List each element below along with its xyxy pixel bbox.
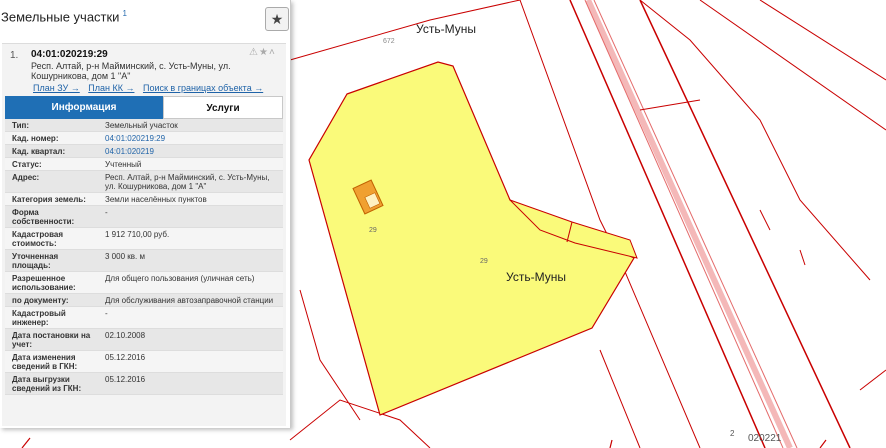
row-engineer: Кадастровый инженер: - (5, 307, 283, 329)
row-label: Кад. номер: (12, 134, 59, 143)
result-card: 1. 04:01:020219:29 ⚠★˄ Респ. Алтай, р-н … (2, 43, 286, 426)
row-by-document: по документу: Для обслуживания автозапра… (5, 294, 283, 307)
row-cad-number: Кад. номер: 04:01:020219:29 (5, 132, 283, 145)
info-table: Тип: Земельный участок Кад. номер: 04:01… (5, 119, 283, 395)
row-value-link[interactable]: 04:01:020219 (97, 145, 283, 157)
row-value: 05.12.2016 (105, 353, 146, 362)
panel-title-text: Земельные участки (1, 9, 120, 25)
row-area: Уточненная площадь: 3 000 кв. м (5, 250, 283, 272)
star-icon[interactable]: ★ (259, 47, 269, 58)
row-ownership: Форма собственности: - (5, 206, 283, 228)
parcel-number-right: 29 (480, 258, 488, 265)
row-label: Дата постановки на учет: (12, 331, 91, 349)
result-count: 1 (122, 9, 127, 18)
row-change-date: Дата изменения сведений в ГКН: 05.12.201… (5, 351, 283, 373)
collapse-icon[interactable]: ˄ (269, 47, 276, 58)
row-value: - (105, 208, 108, 217)
row-label: Статус: (12, 160, 42, 169)
tab-services[interactable]: Услуги (163, 96, 283, 119)
row-value: Земли населённых пунктов (105, 195, 207, 204)
panel-header: Земельные участки 1 ★ (0, 0, 290, 40)
result-address: Респ. Алтай, р-н Майминский, с. Усть-Мун… (31, 61, 231, 81)
plan-kk-link[interactable]: План КК → (88, 83, 134, 93)
cadastral-number[interactable]: 04:01:020219:29 (31, 49, 108, 60)
row-label: Адрес: (12, 173, 40, 182)
star-icon: ★ (270, 11, 284, 27)
row-label: Уточненная площадь: (12, 252, 59, 270)
quarter-label: 020221 (748, 433, 782, 444)
row-value: 3 000 кв. м (105, 252, 145, 261)
row-label: Разрешенное использование: (12, 274, 76, 292)
result-links: План ЗУ → План КК → Поиск в границах объ… (33, 83, 269, 93)
row-label: Форма собственности: (12, 208, 75, 226)
row-cadastral-value: Кадастровая стоимость: 1 912 710,00 руб. (5, 228, 283, 250)
row-label: Кадастровый инженер: (12, 309, 66, 327)
plan-zu-link[interactable]: План ЗУ → (33, 83, 80, 93)
row-value: 1 912 710,00 руб. (105, 230, 170, 239)
row-status: Статус: Учтенный (5, 158, 283, 171)
tabs: Информация Услуги (5, 96, 283, 119)
road-number: 672 (383, 38, 395, 45)
row-value: 05.12.2016 (105, 375, 146, 384)
row-label: Тип: (12, 121, 29, 130)
search-results-panel: Земельные участки 1 ★ 1. 04:01:020219:29 … (0, 0, 291, 428)
row-label: Кад. квартал: (12, 147, 66, 156)
row-label: Кадастровая стоимость: (12, 230, 64, 248)
result-action-icons[interactable]: ⚠★˄ (249, 47, 276, 58)
row-label: Дата выгрузки сведений из ГКН: (12, 375, 82, 393)
road-band (569, 0, 860, 448)
row-value: Респ. Алтай, р-н Майминский, с. Усть-Мун… (105, 173, 270, 191)
settlement-label-parcel: Усть-Муны (506, 270, 566, 284)
row-value-link[interactable]: 04:01:020219:29 (97, 132, 283, 144)
tab-information[interactable]: Информация (5, 96, 163, 119)
search-in-bounds-link[interactable]: Поиск в границах объекта → (143, 83, 263, 93)
row-label: Дата изменения сведений в ГКН: (12, 353, 78, 371)
row-value: Учтенный (105, 160, 142, 169)
row-value: 02.10.2008 (105, 331, 146, 340)
row-land-category: Категория земель: Земли населённых пункт… (5, 193, 283, 206)
small-number: 2 (730, 429, 735, 438)
settlement-label-top: Усть-Муны (416, 22, 476, 36)
row-address: Адрес: Респ. Алтай, р-н Майминский, с. У… (5, 171, 283, 193)
row-value: Земельный участок (105, 121, 178, 130)
row-permitted-use: Разрешенное использование: Для общего по… (5, 272, 283, 294)
row-label: по документу: (12, 296, 69, 305)
panel-title: Земельные участки 1 (1, 9, 127, 24)
favorites-button[interactable]: ★ (265, 7, 289, 31)
row-value: Для общего пользования (уличная сеть) (105, 274, 255, 283)
warning-icon[interactable]: ⚠ (249, 47, 259, 58)
row-export-date: Дата выгрузки сведений из ГКН: 05.12.201… (5, 373, 283, 395)
parcel-number-left: 29 (369, 227, 377, 234)
row-label: Категория земель: (12, 195, 86, 204)
row-type: Тип: Земельный участок (5, 119, 283, 132)
row-value: - (105, 309, 108, 318)
row-cad-quarter: Кад. квартал: 04:01:020219 (5, 145, 283, 158)
result-index: 1. (10, 50, 19, 61)
row-registration-date: Дата постановки на учет: 02.10.2008 (5, 329, 283, 351)
row-value: Для обслуживания автозаправочной станции (105, 296, 274, 305)
